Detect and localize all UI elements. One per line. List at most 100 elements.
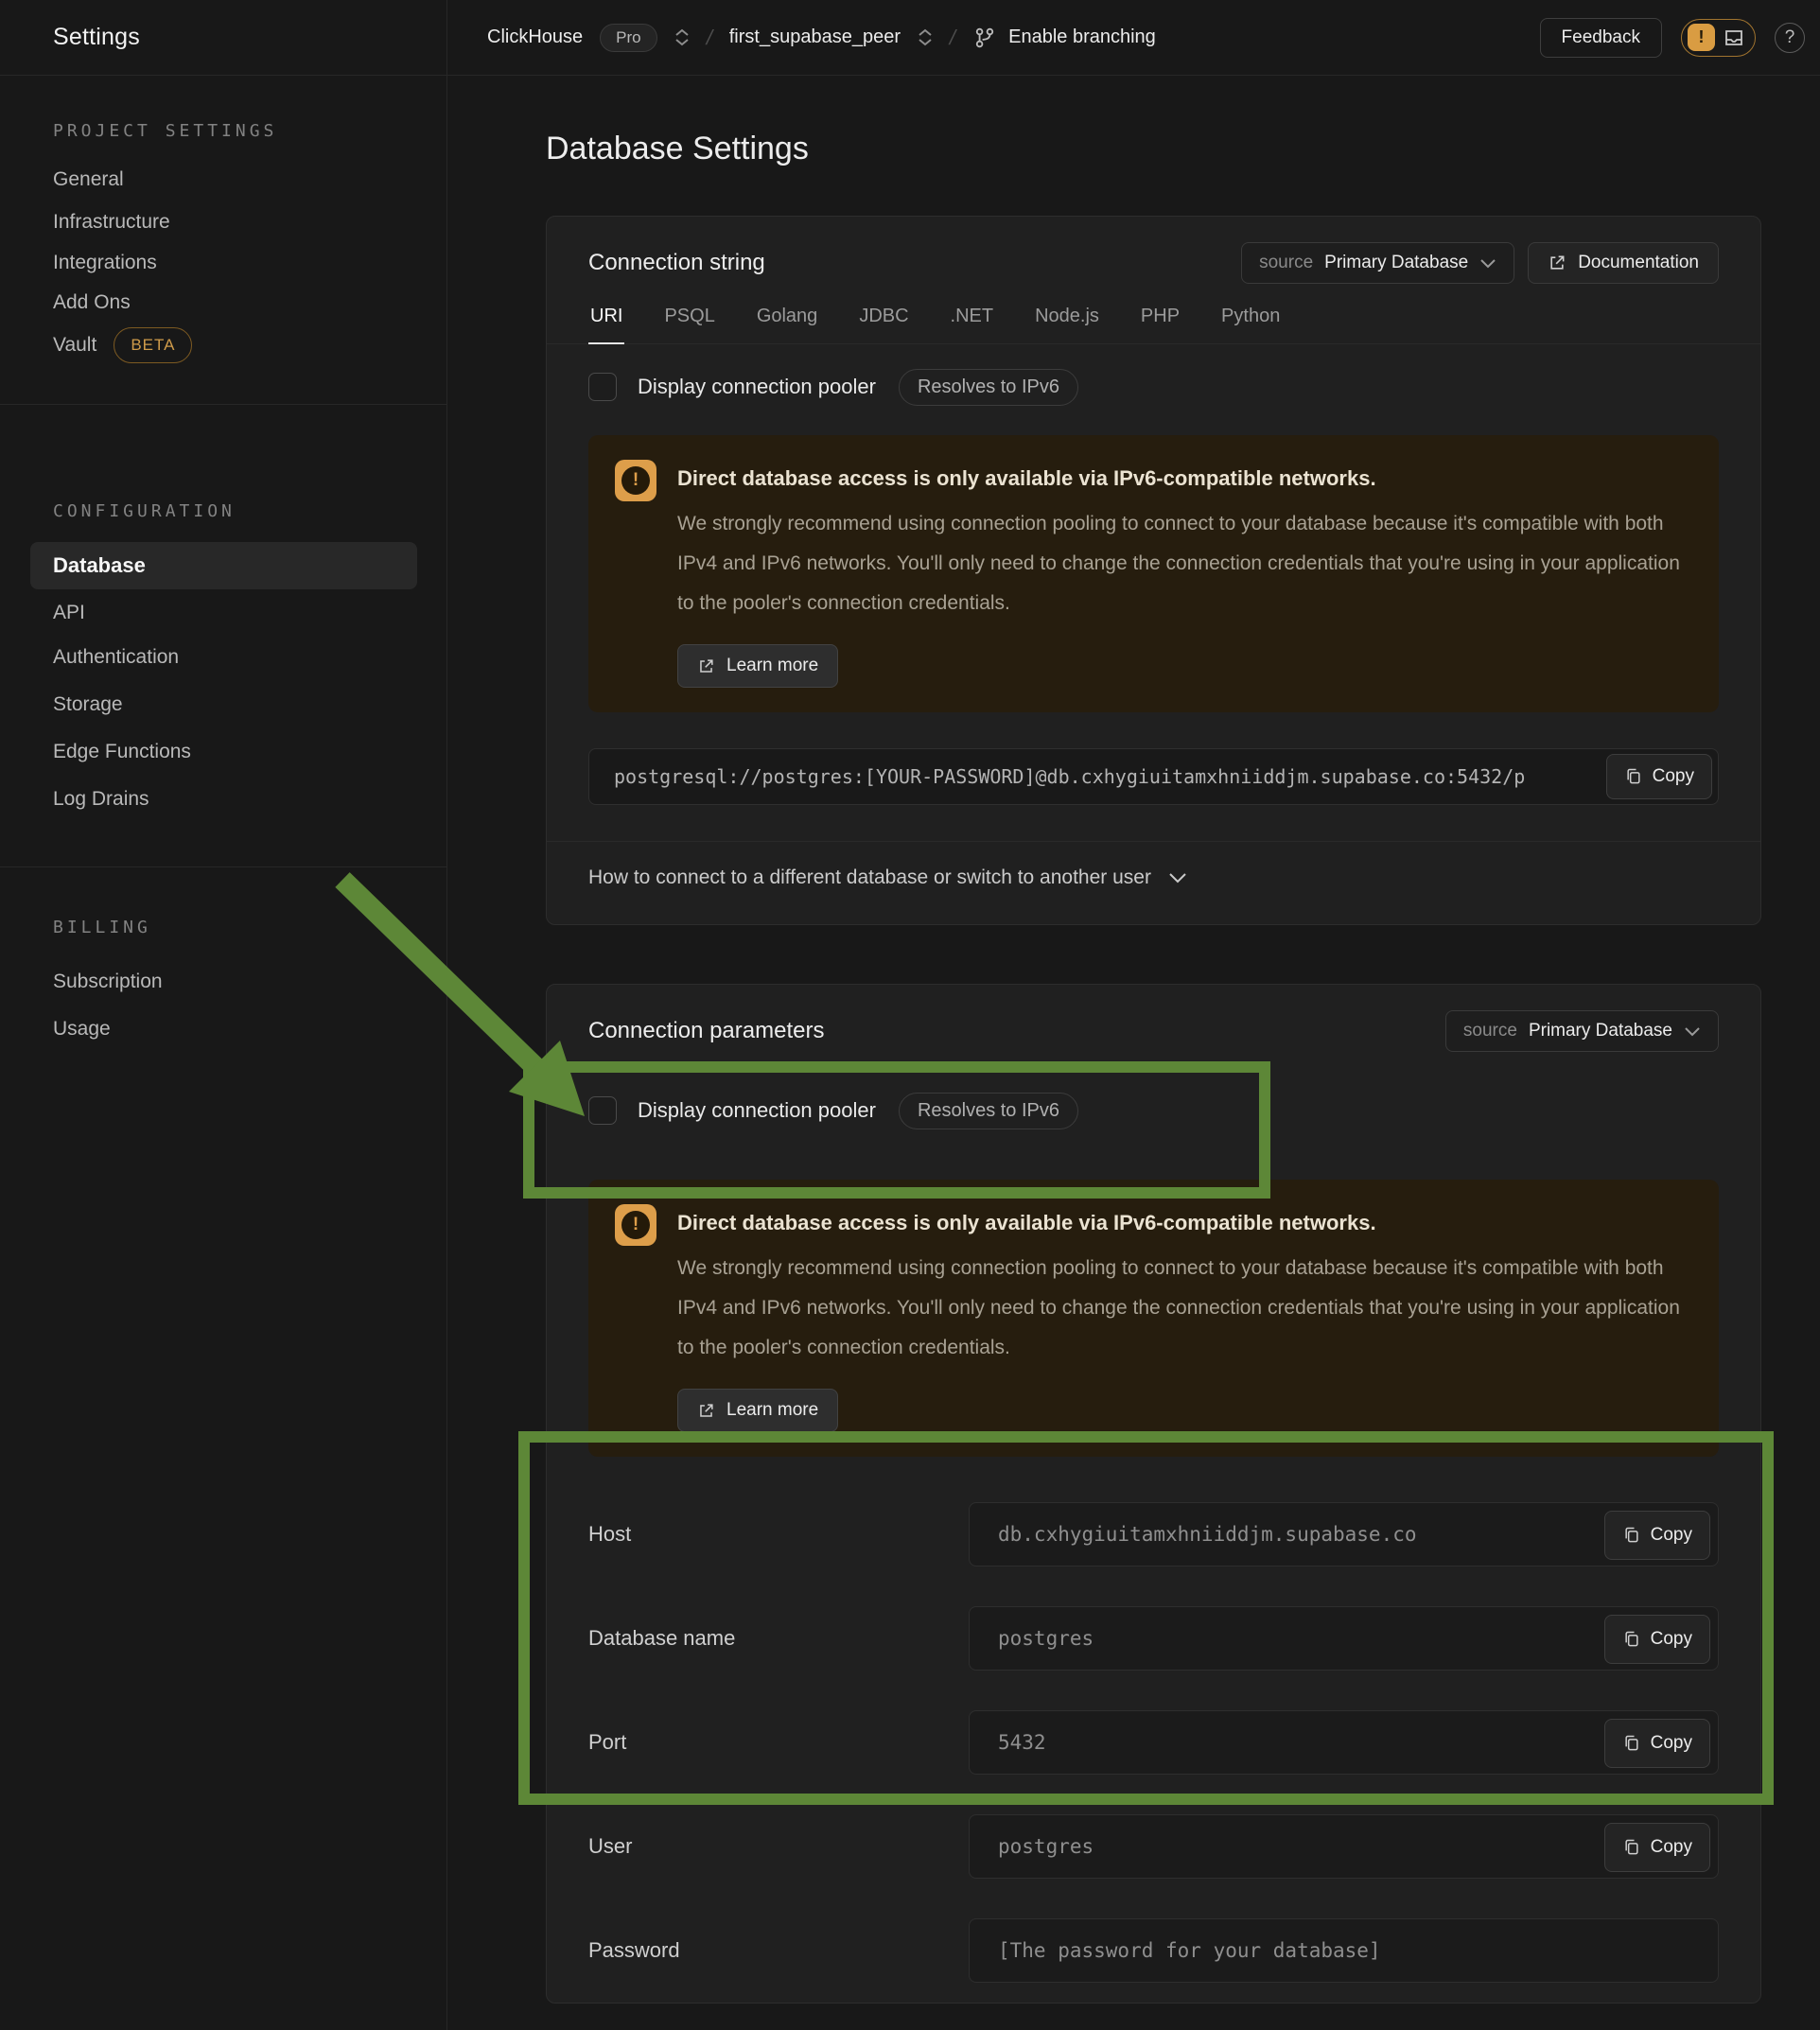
display-pooler-label: Display connection pooler (638, 375, 876, 399)
copy-database-name-button[interactable]: Copy (1604, 1615, 1710, 1664)
copy-icon (1622, 1526, 1641, 1545)
resolves-ipv6-badge: Resolves to IPv6 (899, 369, 1078, 406)
param-row-password: Password [The password for your database… (588, 1918, 1719, 1983)
sidebar-item-log-drains[interactable]: Log Drains (53, 787, 149, 812)
display-pooler-label: Display connection pooler (638, 1098, 876, 1123)
host-label: Host (588, 1522, 969, 1547)
org-plan-badge: Pro (600, 24, 656, 52)
chevron-down-icon (1684, 1026, 1701, 1037)
tab-php[interactable]: PHP (1139, 300, 1181, 343)
external-link-icon (697, 657, 715, 675)
external-link-icon (697, 1402, 715, 1420)
copy-label: Copy (1651, 1733, 1692, 1754)
display-pooler-checkbox[interactable] (588, 1096, 617, 1125)
copy-connection-string-button[interactable]: Copy (1606, 754, 1712, 799)
feedback-button[interactable]: Feedback (1540, 18, 1662, 58)
param-row-port: Port 5432 Copy (588, 1710, 1719, 1775)
tab-python[interactable]: Python (1219, 300, 1282, 343)
tab-jdbc[interactable]: JDBC (857, 300, 910, 343)
section-label-project-settings: PROJECT SETTINGS (53, 121, 277, 141)
enable-branching-label: Enable branching (1008, 26, 1156, 48)
param-row-database-name: Database name postgres Copy (588, 1606, 1719, 1671)
source-select-prefix: source (1259, 253, 1313, 273)
port-value: 5432 (970, 1731, 1046, 1754)
copy-icon (1624, 767, 1643, 786)
documentation-label: Documentation (1578, 253, 1699, 273)
warning-title: Direct database access is only available… (677, 1204, 1690, 1235)
settings-page: Settings ClickHouse Pro / first_supabase… (0, 0, 1820, 2030)
sidebar-item-subscription[interactable]: Subscription (53, 970, 163, 994)
notifications-button[interactable]: ! (1681, 19, 1756, 57)
password-placeholder: [The password for your database] (970, 1939, 1381, 1962)
sidebar-item-add-ons[interactable]: Add Ons (53, 290, 131, 315)
ipv6-warning-banner: ! Direct database access is only availab… (588, 435, 1719, 712)
copy-icon (1622, 1734, 1641, 1753)
sidebar-item-general[interactable]: General (53, 167, 124, 192)
settings-sidebar: PROJECT SETTINGS General Infrastructure … (0, 76, 447, 2030)
copy-port-button[interactable]: Copy (1604, 1719, 1710, 1768)
display-pooler-row: Display connection pooler Resolves to IP… (588, 371, 1719, 403)
display-pooler-checkbox[interactable] (588, 373, 617, 401)
sidebar-divider (0, 866, 447, 867)
breadcrumb-project[interactable]: first_supabase_peer (729, 26, 901, 48)
sidebar-item-api[interactable]: API (53, 601, 85, 625)
sidebar-item-usage[interactable]: Usage (53, 1017, 111, 1041)
learn-more-button[interactable]: Learn more (677, 1389, 838, 1432)
connection-string-field: postgresql://postgres:[YOUR-PASSWORD]@db… (588, 748, 1719, 805)
connection-string-value[interactable]: postgresql://postgres:[YOUR-PASSWORD]@db… (589, 765, 1606, 788)
source-select-value: Primary Database (1324, 253, 1468, 273)
tab-psql[interactable]: PSQL (662, 300, 716, 343)
sidebar-item-authentication[interactable]: Authentication (53, 645, 179, 670)
tab-golang[interactable]: Golang (755, 300, 820, 343)
tab-uri[interactable]: URI (588, 300, 624, 344)
tab-dotnet[interactable]: .NET (949, 300, 996, 343)
source-select[interactable]: source Primary Database (1241, 242, 1514, 284)
sidebar-item-label: Vault (53, 333, 96, 358)
alert-badge-icon: ! (1688, 24, 1715, 51)
copy-label: Copy (1651, 1629, 1692, 1650)
sidebar-item-integrations[interactable]: Integrations (53, 251, 157, 275)
git-branch-icon (972, 26, 997, 50)
sidebar-item-edge-functions[interactable]: Edge Functions (53, 740, 191, 764)
learn-more-label: Learn more (726, 656, 818, 676)
help-button[interactable]: ? (1775, 23, 1805, 53)
topbar-actions: Feedback ! ? (1540, 18, 1820, 58)
copy-host-button[interactable]: Copy (1604, 1511, 1710, 1560)
learn-more-label: Learn more (726, 1400, 818, 1421)
tab-nodejs[interactable]: Node.js (1033, 300, 1101, 343)
sidebar-divider (0, 404, 447, 405)
breadcrumb-separator: / (704, 26, 715, 50)
source-select-value: Primary Database (1529, 1021, 1672, 1041)
app-title-section: Settings (0, 0, 447, 75)
sidebar-item-storage[interactable]: Storage (53, 692, 123, 717)
app-title: Settings (53, 24, 140, 51)
password-field[interactable]: [The password for your database] (969, 1918, 1719, 1983)
sidebar-item-database[interactable]: Database (30, 542, 417, 589)
host-field[interactable]: db.cxhygiuitamxhniiddjm.supabase.co Copy (969, 1502, 1719, 1566)
connection-parameters-header: Connection parameters source Primary Dat… (547, 985, 1760, 1053)
database-name-field[interactable]: postgres Copy (969, 1606, 1719, 1671)
enable-branching-button[interactable]: Enable branching (972, 26, 1156, 50)
project-switcher-chevrons-icon[interactable] (918, 28, 933, 46)
copy-icon (1622, 1838, 1641, 1857)
documentation-button[interactable]: Documentation (1528, 242, 1719, 284)
breadcrumb-separator: / (947, 26, 958, 50)
port-field[interactable]: 5432 Copy (969, 1710, 1719, 1775)
breadcrumb-org[interactable]: ClickHouse (487, 26, 583, 48)
org-switcher-chevrons-icon[interactable] (674, 28, 690, 46)
warning-body: We strongly recommend using connection p… (677, 504, 1690, 623)
connect-other-database-expander[interactable]: How to connect to a different database o… (547, 841, 1760, 914)
source-select-prefix: source (1463, 1021, 1517, 1041)
connection-string-tabs: URI PSQL Golang JDBC .NET Node.js PHP Py… (547, 300, 1760, 344)
sidebar-item-infrastructure[interactable]: Infrastructure (53, 210, 170, 235)
breadcrumb: ClickHouse Pro / first_supabase_peer / (447, 24, 1540, 52)
ipv6-warning-banner: ! Direct database access is only availab… (588, 1180, 1719, 1457)
chevron-down-icon (1168, 872, 1187, 884)
expander-label: How to connect to a different database o… (588, 866, 1151, 889)
copy-user-button[interactable]: Copy (1604, 1823, 1710, 1872)
page-title: Database Settings (546, 131, 809, 167)
source-select[interactable]: source Primary Database (1445, 1010, 1719, 1052)
sidebar-item-vault[interactable]: Vault BETA (53, 333, 192, 358)
user-field[interactable]: postgres Copy (969, 1814, 1719, 1879)
learn-more-button[interactable]: Learn more (677, 644, 838, 688)
